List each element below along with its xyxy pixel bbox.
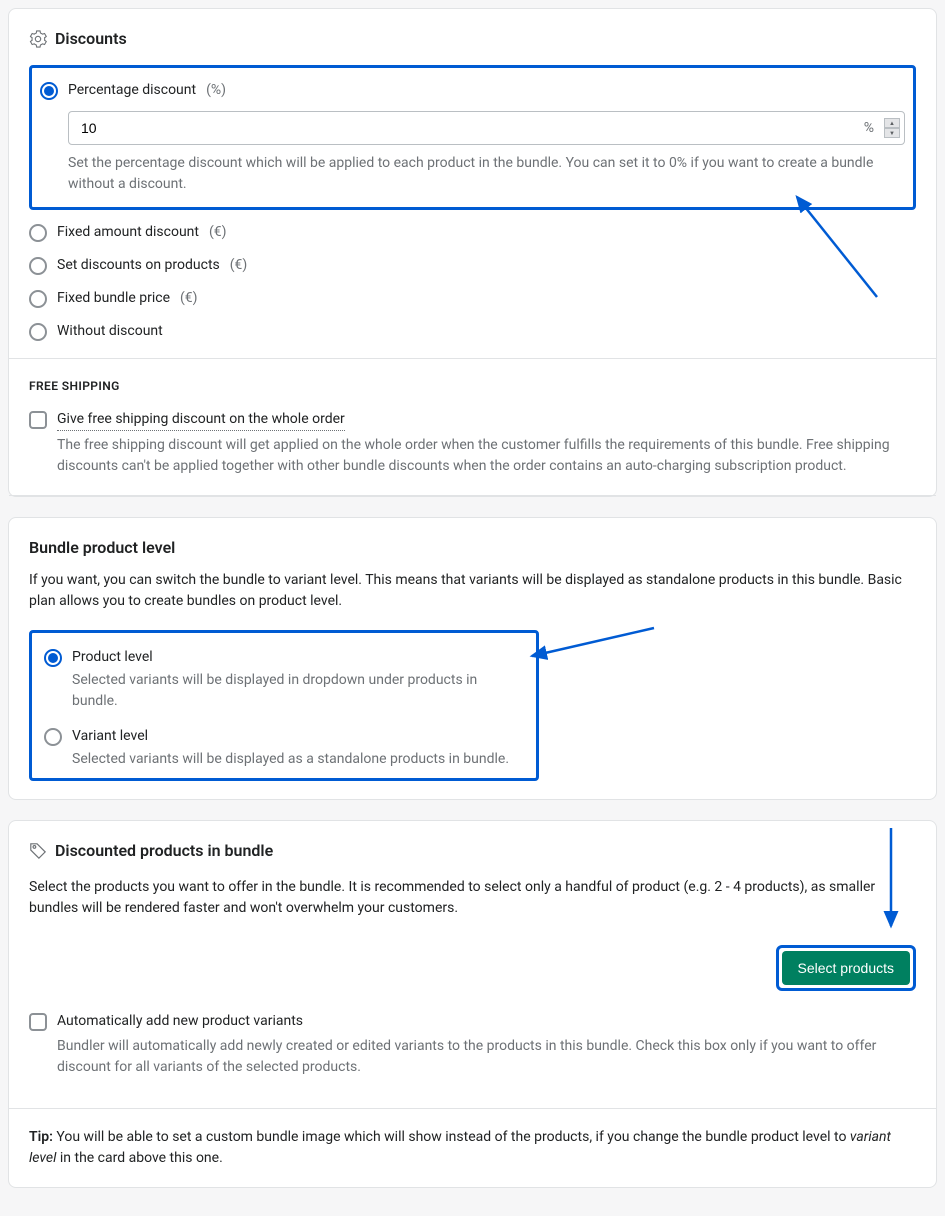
discounted-products-title: Discounted products in bundle [55,839,273,863]
radio-icon [29,290,47,308]
select-products-highlight: Select products [776,945,917,991]
radio-icon [40,82,58,100]
free-shipping-section: FREE SHIPPING Give free shipping discoun… [9,359,936,496]
radio-set-on-products[interactable]: Set discounts on products (€) [29,255,916,276]
discounted-products-intro: Select the products you want to offer in… [29,877,916,919]
radio-icon [44,649,62,667]
discounts-card: Discounts Percentage discount (%) % ▲ ▼ [8,8,937,497]
free-shipping-help: The free shipping discount will get appl… [57,435,916,477]
radio-product-level[interactable]: Product level Selected variants will be … [44,647,524,712]
checkbox-icon [29,1013,47,1031]
radio-label: Variant level [72,726,148,747]
tip-tail: in the card above this one. [56,1150,222,1166]
radio-percentage-discount[interactable]: Percentage discount (%) [40,80,905,101]
radio-label: Set discounts on products [57,255,220,276]
spinner-up[interactable]: ▲ [884,118,900,128]
radio-icon [44,728,62,746]
discounts-title: Discounts [55,27,127,51]
percentage-discount-highlight: Percentage discount (%) % ▲ ▼ Set the pe… [29,65,916,210]
radio-label: Fixed amount discount [57,222,199,243]
radio-label-suffix: (%) [206,80,226,101]
bundle-level-highlight: Product level Selected variants will be … [29,630,539,781]
checkbox-label: Automatically add new product variants [57,1011,303,1032]
tip-section: Tip: You will be able to set a custom bu… [9,1109,936,1187]
bundle-level-intro: If you want, you can switch the bundle t… [29,570,916,612]
bundle-level-title: Bundle product level [29,536,916,560]
radio-variant-level[interactable]: Variant level Selected variants will be … [44,726,524,770]
checkbox-icon [29,411,47,429]
tip-label: Tip: [29,1129,53,1145]
radio-label-suffix: (€) [209,222,227,243]
option-description: Selected variants will be displayed in d… [72,670,524,712]
discounted-products-title-row: Discounted products in bundle [29,839,916,863]
number-spinner: ▲ ▼ [884,118,900,138]
percentage-input[interactable] [69,112,854,144]
discounts-title-row: Discounts [29,27,916,51]
radio-label-suffix: (€) [180,288,198,309]
percentage-input-row: % ▲ ▼ [68,111,905,145]
auto-add-help: Bundler will automatically add newly cre… [57,1036,916,1078]
radio-icon [29,323,47,341]
free-shipping-title: FREE SHIPPING [29,377,916,395]
percentage-help-text: Set the percentage discount which will b… [68,153,905,195]
radio-icon [29,257,47,275]
tip-text: You will be able to set a custom bundle … [53,1129,850,1145]
discounted-products-card: Discounted products in bundle Select the… [8,820,937,1188]
checkbox-free-shipping[interactable]: Give free shipping discount on the whole… [29,409,916,431]
bundle-level-card: Bundle product level If you want, you ca… [8,517,937,800]
percentage-unit: % [854,118,884,139]
radio-fixed-bundle-price[interactable]: Fixed bundle price (€) [29,288,916,309]
radio-fixed-amount[interactable]: Fixed amount discount (€) [29,222,916,243]
tag-icon [29,842,47,860]
select-products-button[interactable]: Select products [782,951,911,985]
option-description: Selected variants will be displayed as a… [72,749,524,770]
checkbox-label: Give free shipping discount on the whole… [57,409,345,431]
radio-icon [29,224,47,242]
gear-icon [29,30,47,48]
radio-label: Fixed bundle price [57,288,170,309]
radio-label: Percentage discount [68,80,196,101]
spinner-down[interactable]: ▼ [884,128,900,138]
radio-label-suffix: (€) [230,255,248,276]
radio-label: Without discount [57,321,163,342]
radio-without-discount[interactable]: Without discount [29,321,916,342]
checkbox-auto-add-variants[interactable]: Automatically add new product variants [29,1011,916,1032]
radio-label: Product level [72,647,153,668]
